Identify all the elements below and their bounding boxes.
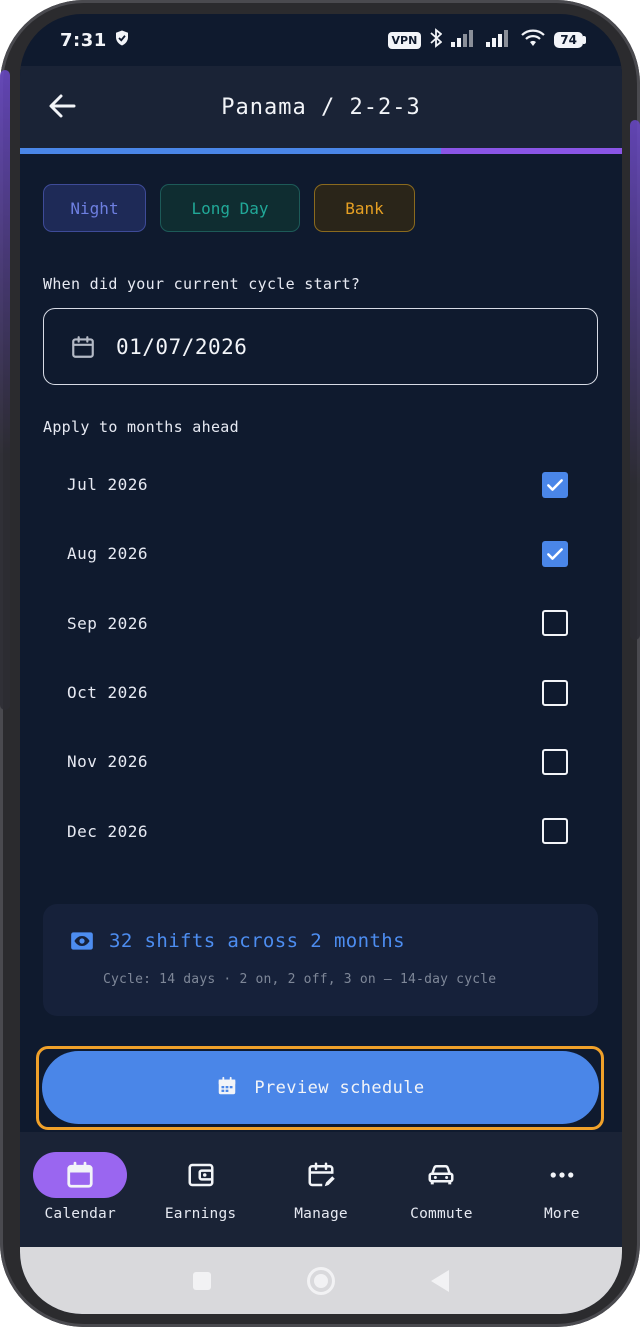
signal-icon-2 (486, 29, 512, 52)
summary-subtitle: Cycle: 14 days · 2 on, 2 off, 3 on — 14-… (103, 972, 497, 987)
nav-label-manage: Manage (294, 1206, 348, 1222)
wallet-icon (188, 1163, 214, 1187)
chip-bank[interactable]: Bank (314, 184, 415, 232)
month-checkbox[interactable] (542, 610, 568, 637)
more-icon (550, 1172, 574, 1178)
calendar-icon (70, 334, 96, 360)
month-label: Oct 2026 (67, 683, 149, 703)
status-time: 7:31 (60, 29, 107, 51)
month-checkbox[interactable] (542, 540, 568, 567)
system-navigation-bar (20, 1247, 622, 1314)
nav-item-more[interactable]: More (502, 1132, 622, 1247)
cycle-start-label: When did your current cycle start? (43, 275, 361, 293)
eye-icon (69, 928, 95, 954)
car-icon (428, 1165, 454, 1185)
battery-level: 74 (554, 32, 583, 48)
month-row-sep-2026[interactable]: Sep 2026 (43, 589, 598, 658)
bluetooth-icon (430, 27, 443, 53)
month-label: Nov 2026 (67, 752, 149, 772)
nav-label-more: More (543, 1206, 580, 1222)
nav-item-calendar[interactable]: Calendar (20, 1132, 140, 1247)
back-button[interactable] (44, 88, 80, 124)
home-button[interactable] (307, 1266, 335, 1295)
calendar-icon (216, 1075, 238, 1101)
recents-button[interactable] (193, 1271, 211, 1290)
phone-edge-left (0, 70, 10, 710)
month-label: Jul 2026 (67, 475, 149, 495)
month-checkbox[interactable] (542, 471, 568, 498)
month-row-oct-2026[interactable]: Oct 2026 (43, 658, 598, 727)
month-row-dec-2026[interactable]: Dec 2026 (43, 796, 598, 865)
month-label: Aug 2026 (67, 544, 149, 564)
check-icon (547, 478, 563, 491)
nav-item-commute[interactable]: Commute (381, 1132, 501, 1247)
nav-item-manage[interactable]: Manage (261, 1132, 381, 1247)
preview-schedule-button[interactable]: Preview schedule (42, 1051, 599, 1124)
arrow-left-icon (49, 94, 76, 118)
screen: 7:31 VPN 74 Panama / 2-2-3 Night Long Da… (20, 14, 622, 1314)
system-back-button[interactable] (431, 1269, 449, 1292)
month-checkbox[interactable] (542, 748, 568, 775)
month-label: Dec 2026 (67, 821, 149, 841)
month-checkbox[interactable] (542, 818, 568, 845)
shift-type-chips: Night Long Day Bank (43, 184, 415, 232)
preview-schedule-label: Preview schedule (254, 1077, 425, 1098)
location-shield-icon (113, 29, 131, 52)
status-bar: 7:31 VPN 74 (20, 14, 622, 66)
month-list: Jul 2026 Aug 2026 Sep 2026 Oct 2026 Nov … (43, 450, 598, 866)
month-checkbox[interactable] (542, 679, 568, 706)
vpn-badge: VPN (387, 31, 422, 49)
cycle-start-date-field[interactable]: 01/07/2026 (43, 308, 598, 385)
main-content: Night Long Day Bank When did your curren… (20, 154, 622, 1132)
calendar-edit-icon (308, 1162, 335, 1187)
battery-icon: 74 (554, 32, 586, 48)
schedule-summary-card: 32 shifts across 2 months Cycle: 14 days… (43, 904, 598, 1016)
months-ahead-label: Apply to months ahead (43, 418, 239, 436)
nav-label-commute: Commute (410, 1206, 473, 1222)
nav-item-earnings[interactable]: Earnings (140, 1132, 260, 1247)
chip-long-day[interactable]: Long Day (160, 184, 300, 232)
app-header: Panama / 2-2-3 (20, 66, 622, 148)
calendar-icon (67, 1161, 93, 1188)
month-label: Sep 2026 (67, 613, 149, 633)
nav-label-earnings: Earnings (164, 1206, 237, 1222)
page-title: Panama / 2-2-3 (221, 94, 421, 120)
wifi-icon (521, 29, 546, 52)
cycle-start-date-value: 01/07/2026 (116, 334, 248, 359)
month-row-aug-2026[interactable]: Aug 2026 (43, 519, 598, 588)
summary-title: 32 shifts across 2 months (109, 930, 405, 952)
phone-edge-right (630, 120, 640, 640)
chip-night[interactable]: Night (43, 184, 146, 232)
month-row-jul-2026[interactable]: Jul 2026 (43, 450, 598, 519)
check-icon (547, 548, 563, 560)
bottom-navigation: Calendar Earnings Manage Commute More (20, 1132, 622, 1247)
month-row-nov-2026[interactable]: Nov 2026 (43, 727, 598, 796)
nav-label-calendar: Calendar (44, 1206, 116, 1222)
signal-icon (451, 29, 477, 52)
